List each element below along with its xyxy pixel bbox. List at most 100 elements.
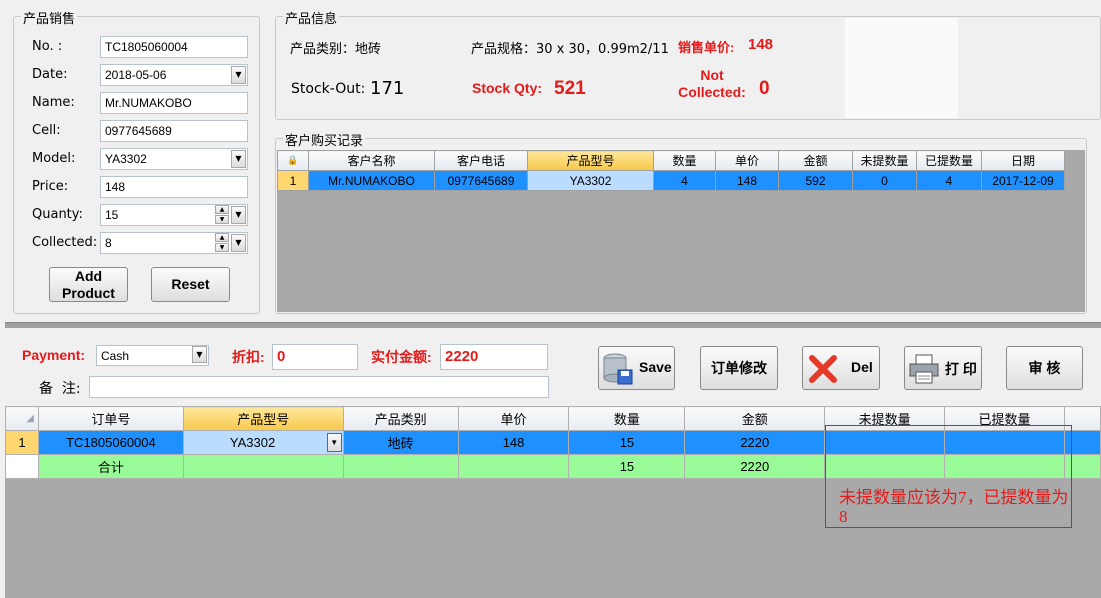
history-cell-qty[interactable]: 4 xyxy=(653,170,716,191)
history-cell-amount[interactable]: 592 xyxy=(778,170,853,191)
order-cell-model-value: YA3302 xyxy=(229,435,276,450)
annotation-text: 未提数量应该为7，已提数量为 8 xyxy=(839,488,1101,526)
save-button[interactable]: Save xyxy=(598,346,675,390)
history-cell-phone[interactable]: 0977645689 xyxy=(434,170,528,191)
delete-x-icon xyxy=(809,355,837,383)
order-header-price[interactable]: 单价 xyxy=(457,406,570,431)
add-product-line2: Product xyxy=(62,285,115,301)
reset-button[interactable]: Reset xyxy=(151,267,230,302)
history-header-model[interactable]: 产品型号 xyxy=(527,150,654,171)
sale-price-label: 销售单价: xyxy=(678,40,735,55)
product-spec: 产品规格：30 x 30，0.99m2/11 xyxy=(471,42,669,57)
order-cell-price[interactable]: 148 xyxy=(457,430,570,455)
splitter[interactable] xyxy=(5,322,1101,328)
product-image xyxy=(845,18,958,118)
order-header-model[interactable]: 产品型号 xyxy=(182,406,344,431)
payment-dropdown-icon[interactable]: ▼ xyxy=(192,346,207,363)
annotation-line1: 未提数量应该为7，已提数量为 xyxy=(839,488,1069,507)
discount-label: 折扣: xyxy=(232,349,265,365)
order-cell-no[interactable]: TC1805060004 xyxy=(37,430,184,455)
not-collected-value: 0 xyxy=(759,78,770,99)
sale-price-value: 148 xyxy=(748,36,774,53)
print-button[interactable]: 打 印 xyxy=(904,346,982,390)
stock-out-label: Stock-Out: xyxy=(291,81,366,97)
save-label: Save xyxy=(639,359,672,375)
history-cell-price[interactable]: 148 xyxy=(715,170,779,191)
order-cell-qty[interactable]: 15 xyxy=(568,430,686,455)
total-cell-amount: 2220 xyxy=(684,454,826,479)
history-cell-uncollected[interactable]: 0 xyxy=(852,170,917,191)
total-cell-category xyxy=(342,454,459,479)
order-cell-category[interactable]: 地砖 xyxy=(342,430,459,455)
total-cell-qty: 15 xyxy=(568,454,686,479)
history-header-date[interactable]: 日期 xyxy=(981,150,1065,171)
date-dropdown-icon[interactable]: ▼ xyxy=(231,66,246,84)
delete-button[interactable]: Del xyxy=(802,346,880,390)
product-info-title: 产品信息 xyxy=(283,8,340,27)
remark-field[interactable] xyxy=(89,376,549,398)
history-row-index[interactable]: 1 xyxy=(277,170,309,191)
price-field[interactable]: 148 xyxy=(100,176,248,198)
quantity-label: Quanty: xyxy=(32,207,83,222)
table-row[interactable]: 1 Mr.NUMAKOBO 0977645689 YA3302 4 148 59… xyxy=(277,170,1065,191)
stock-qty-value: 521 xyxy=(554,78,586,99)
modify-order-button[interactable]: 订单修改 xyxy=(700,346,778,390)
history-header-uncollected[interactable]: 未提数量 xyxy=(852,150,917,171)
delete-label: Del xyxy=(851,359,873,375)
history-header-qty[interactable]: 数量 xyxy=(653,150,716,171)
add-product-line1: Add xyxy=(74,268,103,284)
order-row-index[interactable]: 1 xyxy=(5,430,39,455)
payment-label: Payment: xyxy=(22,347,86,363)
discount-field[interactable]: 0 xyxy=(272,344,358,370)
order-header-no[interactable]: 订单号 xyxy=(37,406,184,431)
model-label: Model: xyxy=(32,151,76,166)
not-collected-line2: Collected: xyxy=(678,84,746,100)
history-header-amount[interactable]: 金额 xyxy=(778,150,853,171)
history-header-collected[interactable]: 已提数量 xyxy=(916,150,982,171)
database-save-icon xyxy=(603,353,633,385)
no-field[interactable]: TC1805060004 xyxy=(100,36,248,58)
total-cell-label: 合计 xyxy=(37,454,184,479)
order-header-category[interactable]: 产品类别 xyxy=(342,406,459,431)
collected-down-icon[interactable]: ▼ xyxy=(215,243,229,252)
audit-button[interactable]: 审 核 xyxy=(1006,346,1083,390)
total-cell-model xyxy=(182,454,344,479)
history-cell-collected[interactable]: 4 xyxy=(916,170,982,191)
sales-group-title: 产品销售 xyxy=(21,8,78,27)
order-header-amount[interactable]: 金额 xyxy=(684,406,826,431)
quantity-down-icon[interactable]: ▼ xyxy=(215,215,229,224)
printer-icon xyxy=(909,354,939,384)
no-label: No. : xyxy=(32,39,63,54)
model-field[interactable]: YA3302 xyxy=(100,148,248,170)
history-title: 客户购买记录 xyxy=(283,130,366,149)
remark-label: 备 注: xyxy=(39,381,81,397)
history-cell-model[interactable]: YA3302 xyxy=(527,170,654,191)
order-header-qty[interactable]: 数量 xyxy=(568,406,686,431)
history-header-price[interactable]: 单价 xyxy=(715,150,779,171)
collected-label: Collected: xyxy=(32,235,98,250)
model-dropdown-icon[interactable]: ▼ xyxy=(231,150,246,168)
history-header-name[interactable]: 客户名称 xyxy=(308,150,435,171)
cell-field[interactable]: 0977645689 xyxy=(100,120,248,142)
order-cell-amount[interactable]: 2220 xyxy=(684,430,826,455)
print-label: 打 印 xyxy=(945,361,977,377)
collected-dropdown-icon[interactable]: ▼ xyxy=(231,234,246,252)
date-field[interactable]: 2018-05-06 xyxy=(100,64,248,86)
history-corner: 🔒 xyxy=(277,150,309,171)
actual-amount-field[interactable]: 2220 xyxy=(440,344,548,370)
name-field[interactable]: Mr.NUMAKOBO xyxy=(100,92,248,114)
order-model-dropdown-icon[interactable]: ▼ xyxy=(326,433,342,452)
quantity-dropdown-icon[interactable]: ▼ xyxy=(231,206,246,224)
annotation-line2: 8 xyxy=(839,507,848,526)
price-label: Price: xyxy=(32,179,69,194)
history-cell-name[interactable]: Mr.NUMAKOBO xyxy=(308,170,435,191)
collected-up-icon[interactable]: ▲ xyxy=(215,233,229,242)
history-header-phone[interactable]: 客户电话 xyxy=(434,150,528,171)
add-product-button[interactable]: Add Product xyxy=(49,267,128,302)
history-cell-date[interactable]: 2017-12-09 xyxy=(981,170,1065,191)
total-row-index xyxy=(5,454,39,479)
order-cell-model[interactable]: YA3302 ▼ xyxy=(182,430,344,455)
quantity-up-icon[interactable]: ▲ xyxy=(215,205,229,214)
history-table: 🔒 客户名称 客户电话 产品型号 数量 单价 金额 未提数量 已提数量 日期 1… xyxy=(277,150,1065,191)
stock-qty-label: Stock Qty: xyxy=(472,80,543,96)
